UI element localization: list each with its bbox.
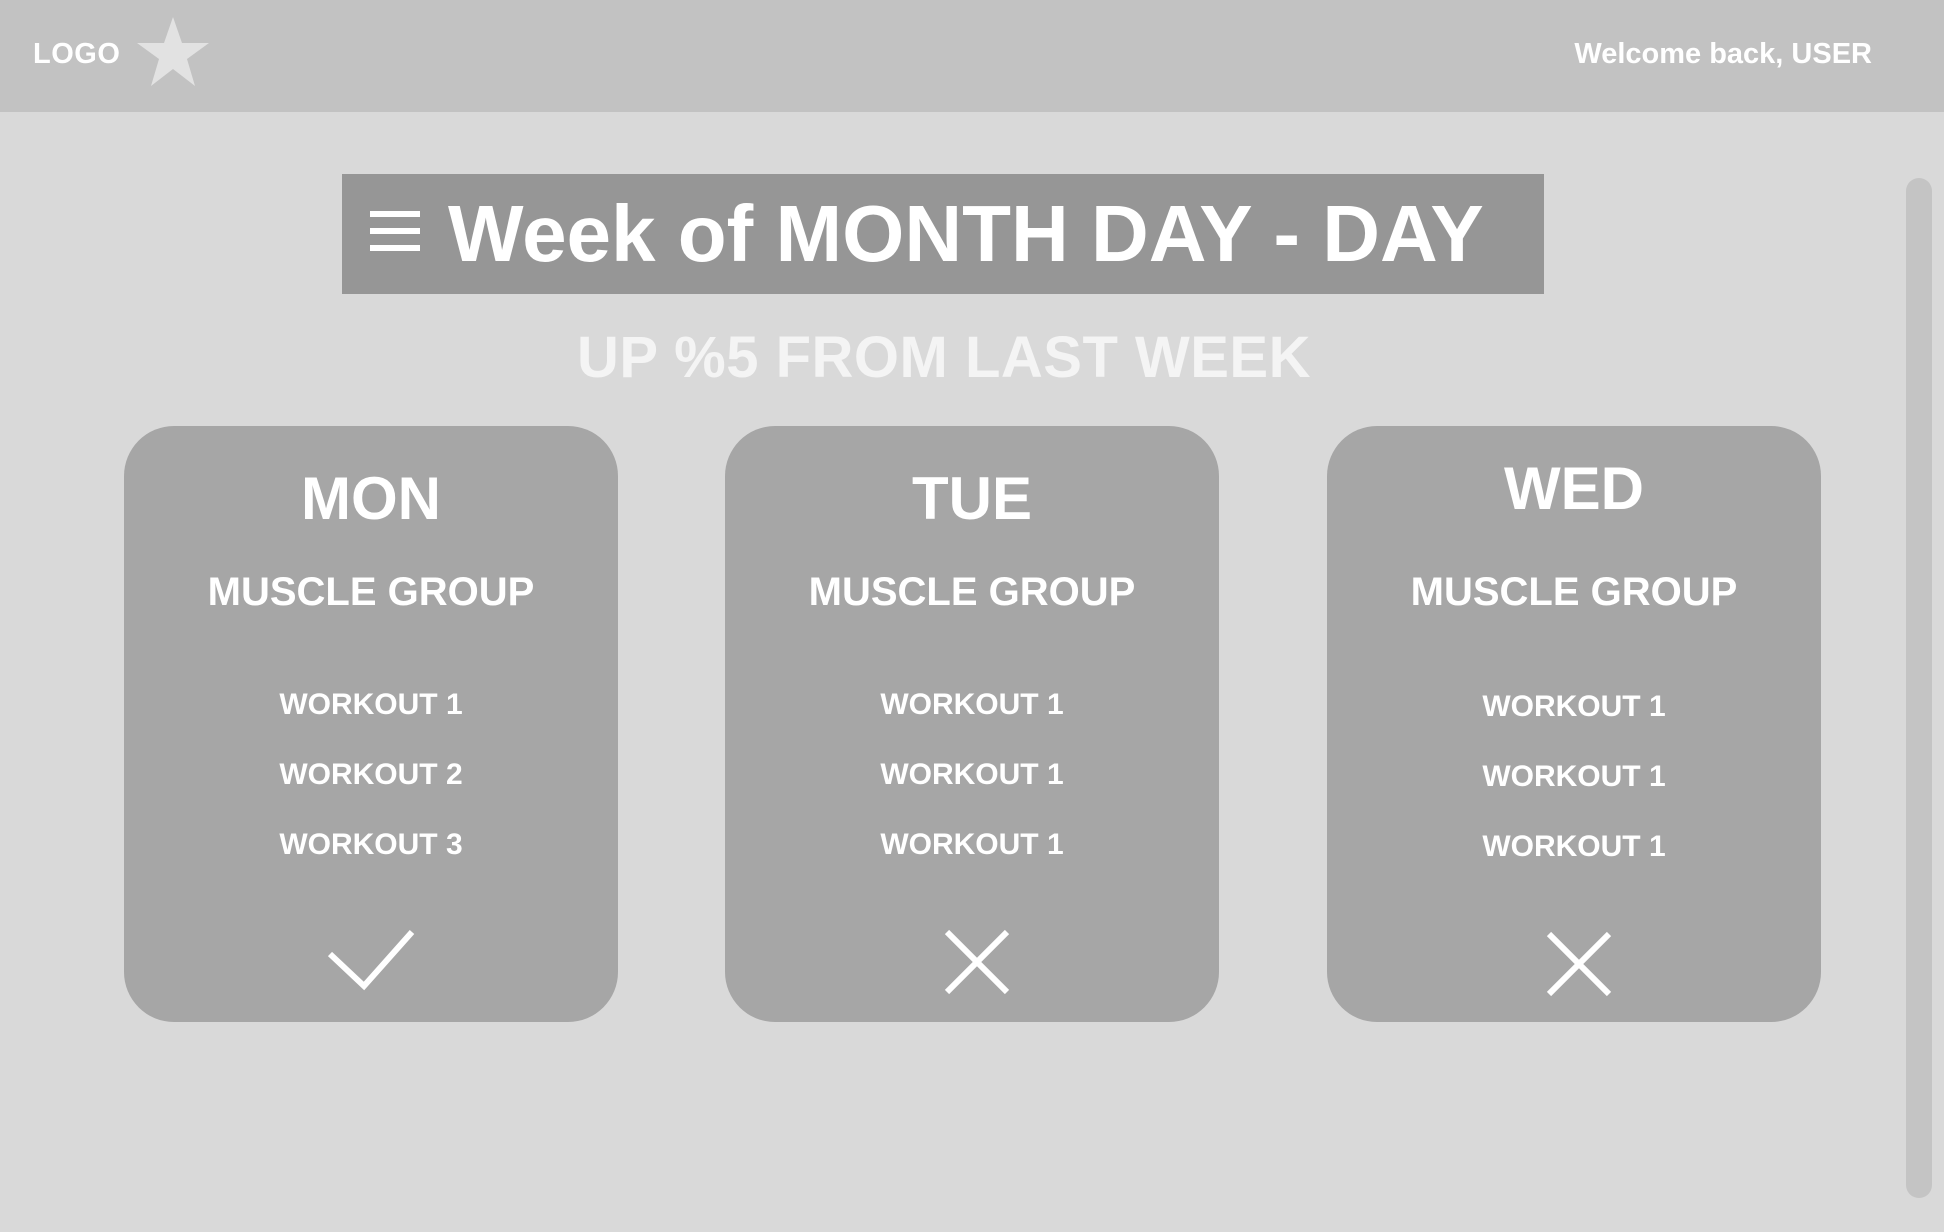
workout-item[interactable]: WORKOUT 1 (1327, 760, 1821, 830)
workout-item[interactable]: WORKOUT 3 (124, 828, 618, 898)
workout-list: WORKOUT 1 WORKOUT 1 WORKOUT 1 (1327, 690, 1821, 900)
day-card-wed[interactable]: WED MUSCLE GROUP WORKOUT 1 WORKOUT 1 WOR… (1327, 426, 1821, 1022)
workout-item[interactable]: WORKOUT 2 (124, 758, 618, 828)
workout-week-page: LOGO Welcome back, USER Week of MONTH DA… (0, 0, 1944, 1232)
weekly-progress-summary: UP %5 FROM LAST WEEK (577, 325, 1311, 390)
workout-item[interactable]: WORKOUT 1 (124, 688, 618, 758)
top-bar: LOGO Welcome back, USER (0, 0, 1944, 112)
day-card-mon[interactable]: MON MUSCLE GROUP WORKOUT 1 WORKOUT 2 WOR… (124, 426, 618, 1022)
hamburger-menu-icon[interactable] (370, 208, 420, 256)
day-label: WED (1504, 455, 1644, 522)
welcome-message: Welcome back, USER (1574, 38, 1872, 70)
week-title-banner: Week of MONTH DAY - DAY (342, 174, 1544, 294)
close-icon[interactable] (1545, 930, 1613, 998)
workout-item[interactable]: WORKOUT 1 (1327, 690, 1821, 760)
workout-item[interactable]: WORKOUT 1 (725, 688, 1219, 758)
logo-text[interactable]: LOGO (33, 38, 120, 71)
day-label: MON (301, 465, 441, 532)
muscle-group-label: MUSCLE GROUP (1410, 570, 1738, 614)
vertical-scrollbar[interactable] (1906, 178, 1932, 1198)
workout-item[interactable]: WORKOUT 1 (1327, 830, 1821, 900)
muscle-group-label: MUSCLE GROUP (808, 570, 1136, 614)
day-card-tue[interactable]: TUE MUSCLE GROUP WORKOUT 1 WORKOUT 1 WOR… (725, 426, 1219, 1022)
close-icon[interactable] (943, 928, 1011, 996)
workout-list: WORKOUT 1 WORKOUT 1 WORKOUT 1 (725, 688, 1219, 898)
muscle-group-label: MUSCLE GROUP (207, 570, 535, 614)
workout-item[interactable]: WORKOUT 1 (725, 828, 1219, 898)
star-icon[interactable] (136, 16, 210, 88)
workout-item[interactable]: WORKOUT 1 (725, 758, 1219, 828)
workout-list: WORKOUT 1 WORKOUT 2 WORKOUT 3 (124, 688, 618, 898)
checkmark-icon[interactable] (326, 926, 416, 992)
week-title: Week of MONTH DAY - DAY (448, 189, 1484, 278)
day-label: TUE (912, 465, 1032, 532)
